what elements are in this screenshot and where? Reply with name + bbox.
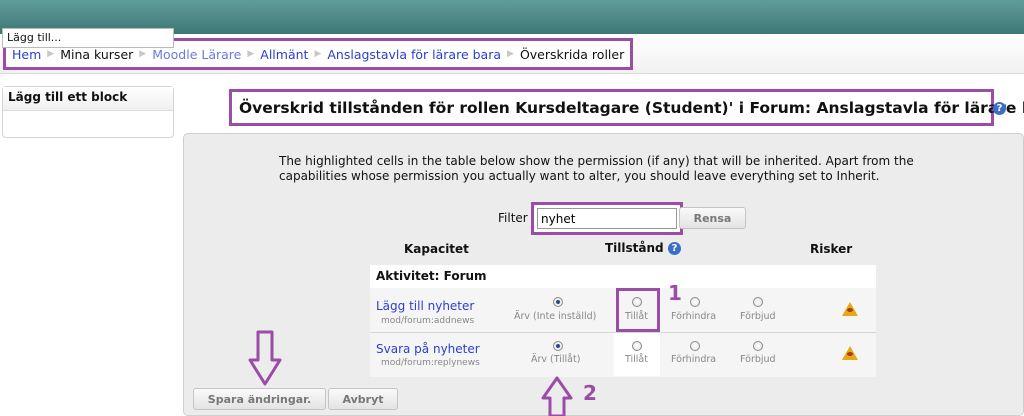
capability-code: mod/forum:addnews bbox=[381, 316, 475, 326]
breadcrumb-home[interactable]: Hem bbox=[12, 47, 41, 62]
option-inherit-label: Ärv (Inte inställd) bbox=[514, 311, 597, 322]
breadcrumb-current: Överskrida roller bbox=[519, 46, 625, 62]
add-block-select[interactable]: Lägg till... bbox=[2, 28, 174, 48]
permission-help-icon[interactable]: ? bbox=[668, 242, 681, 255]
option-prohibit-label: Förbjud bbox=[740, 354, 776, 365]
radio-inherit[interactable] bbox=[553, 341, 563, 351]
help-icon[interactable]: ? bbox=[993, 102, 1006, 115]
radio-inherit[interactable] bbox=[553, 297, 563, 307]
intro-text: The highlighted cells in the table below… bbox=[279, 154, 914, 183]
risk-warning-icon[interactable] bbox=[842, 302, 858, 316]
risk-warning-icon[interactable] bbox=[842, 346, 858, 360]
radio-allow[interactable] bbox=[632, 341, 642, 351]
filter-input[interactable] bbox=[537, 208, 677, 229]
header-risks: Risker bbox=[810, 242, 853, 256]
capability-name[interactable]: Svara på nyheter bbox=[376, 342, 480, 356]
filter-highlight bbox=[531, 202, 683, 235]
radio-prohibit[interactable] bbox=[753, 297, 763, 307]
option-prevent-label: Förhindra bbox=[671, 354, 717, 365]
option-inherit-label: Ärv (Tillåt) bbox=[531, 354, 581, 365]
radio-prevent[interactable] bbox=[690, 297, 700, 307]
option-prevent-label: Förhindra bbox=[671, 311, 717, 322]
add-block-panel: Lägg till ett block bbox=[2, 86, 174, 138]
option-allow-label: Tillåt bbox=[625, 354, 648, 365]
breadcrumb-my-courses[interactable]: Mina kurser bbox=[60, 47, 133, 62]
cancel-button[interactable]: Avbryt bbox=[328, 388, 398, 410]
radio-prohibit[interactable] bbox=[753, 341, 763, 351]
breadcrumb-separator-icon: ▶ bbox=[47, 49, 55, 59]
down-arrow-icon bbox=[248, 330, 282, 386]
page-title: Överskrid tillstånden för rollen Kursdel… bbox=[229, 89, 1024, 126]
clear-filter-button[interactable]: Rensa bbox=[679, 207, 746, 229]
capability-code: mod/forum:replynews bbox=[381, 358, 480, 368]
capability-name[interactable]: Lägg till nyheter bbox=[376, 299, 474, 313]
annotation-number-two: 2 bbox=[583, 381, 597, 405]
filter-label: Filter bbox=[498, 211, 528, 225]
annotation-number-one: 1 bbox=[668, 281, 682, 305]
add-block-title: Lägg till ett block bbox=[3, 87, 173, 111]
breadcrumb-separator-icon: ▶ bbox=[507, 49, 514, 59]
breadcrumb-separator-icon: ▶ bbox=[139, 49, 147, 59]
radio-prevent[interactable] bbox=[690, 341, 700, 351]
breadcrumb-course[interactable]: Moodle Lärare bbox=[152, 47, 241, 62]
save-changes-button[interactable]: Spara ändringar. bbox=[193, 388, 326, 410]
group-row: Aktivitet: Forum bbox=[370, 265, 876, 289]
up-arrow-icon bbox=[541, 376, 573, 416]
header-permission: Tillstånd bbox=[605, 241, 664, 255]
breadcrumb-separator-icon: ▶ bbox=[247, 49, 255, 59]
header-capability: Kapacitet bbox=[404, 242, 469, 256]
option-prohibit-label: Förbjud bbox=[740, 311, 776, 322]
breadcrumb-separator-icon: ▶ bbox=[314, 49, 322, 59]
breadcrumb-general[interactable]: Allmänt bbox=[260, 47, 308, 62]
breadcrumb-forum[interactable]: Anslagstavla för lärare bara bbox=[327, 47, 501, 62]
allow-cell-highlight bbox=[616, 288, 660, 332]
